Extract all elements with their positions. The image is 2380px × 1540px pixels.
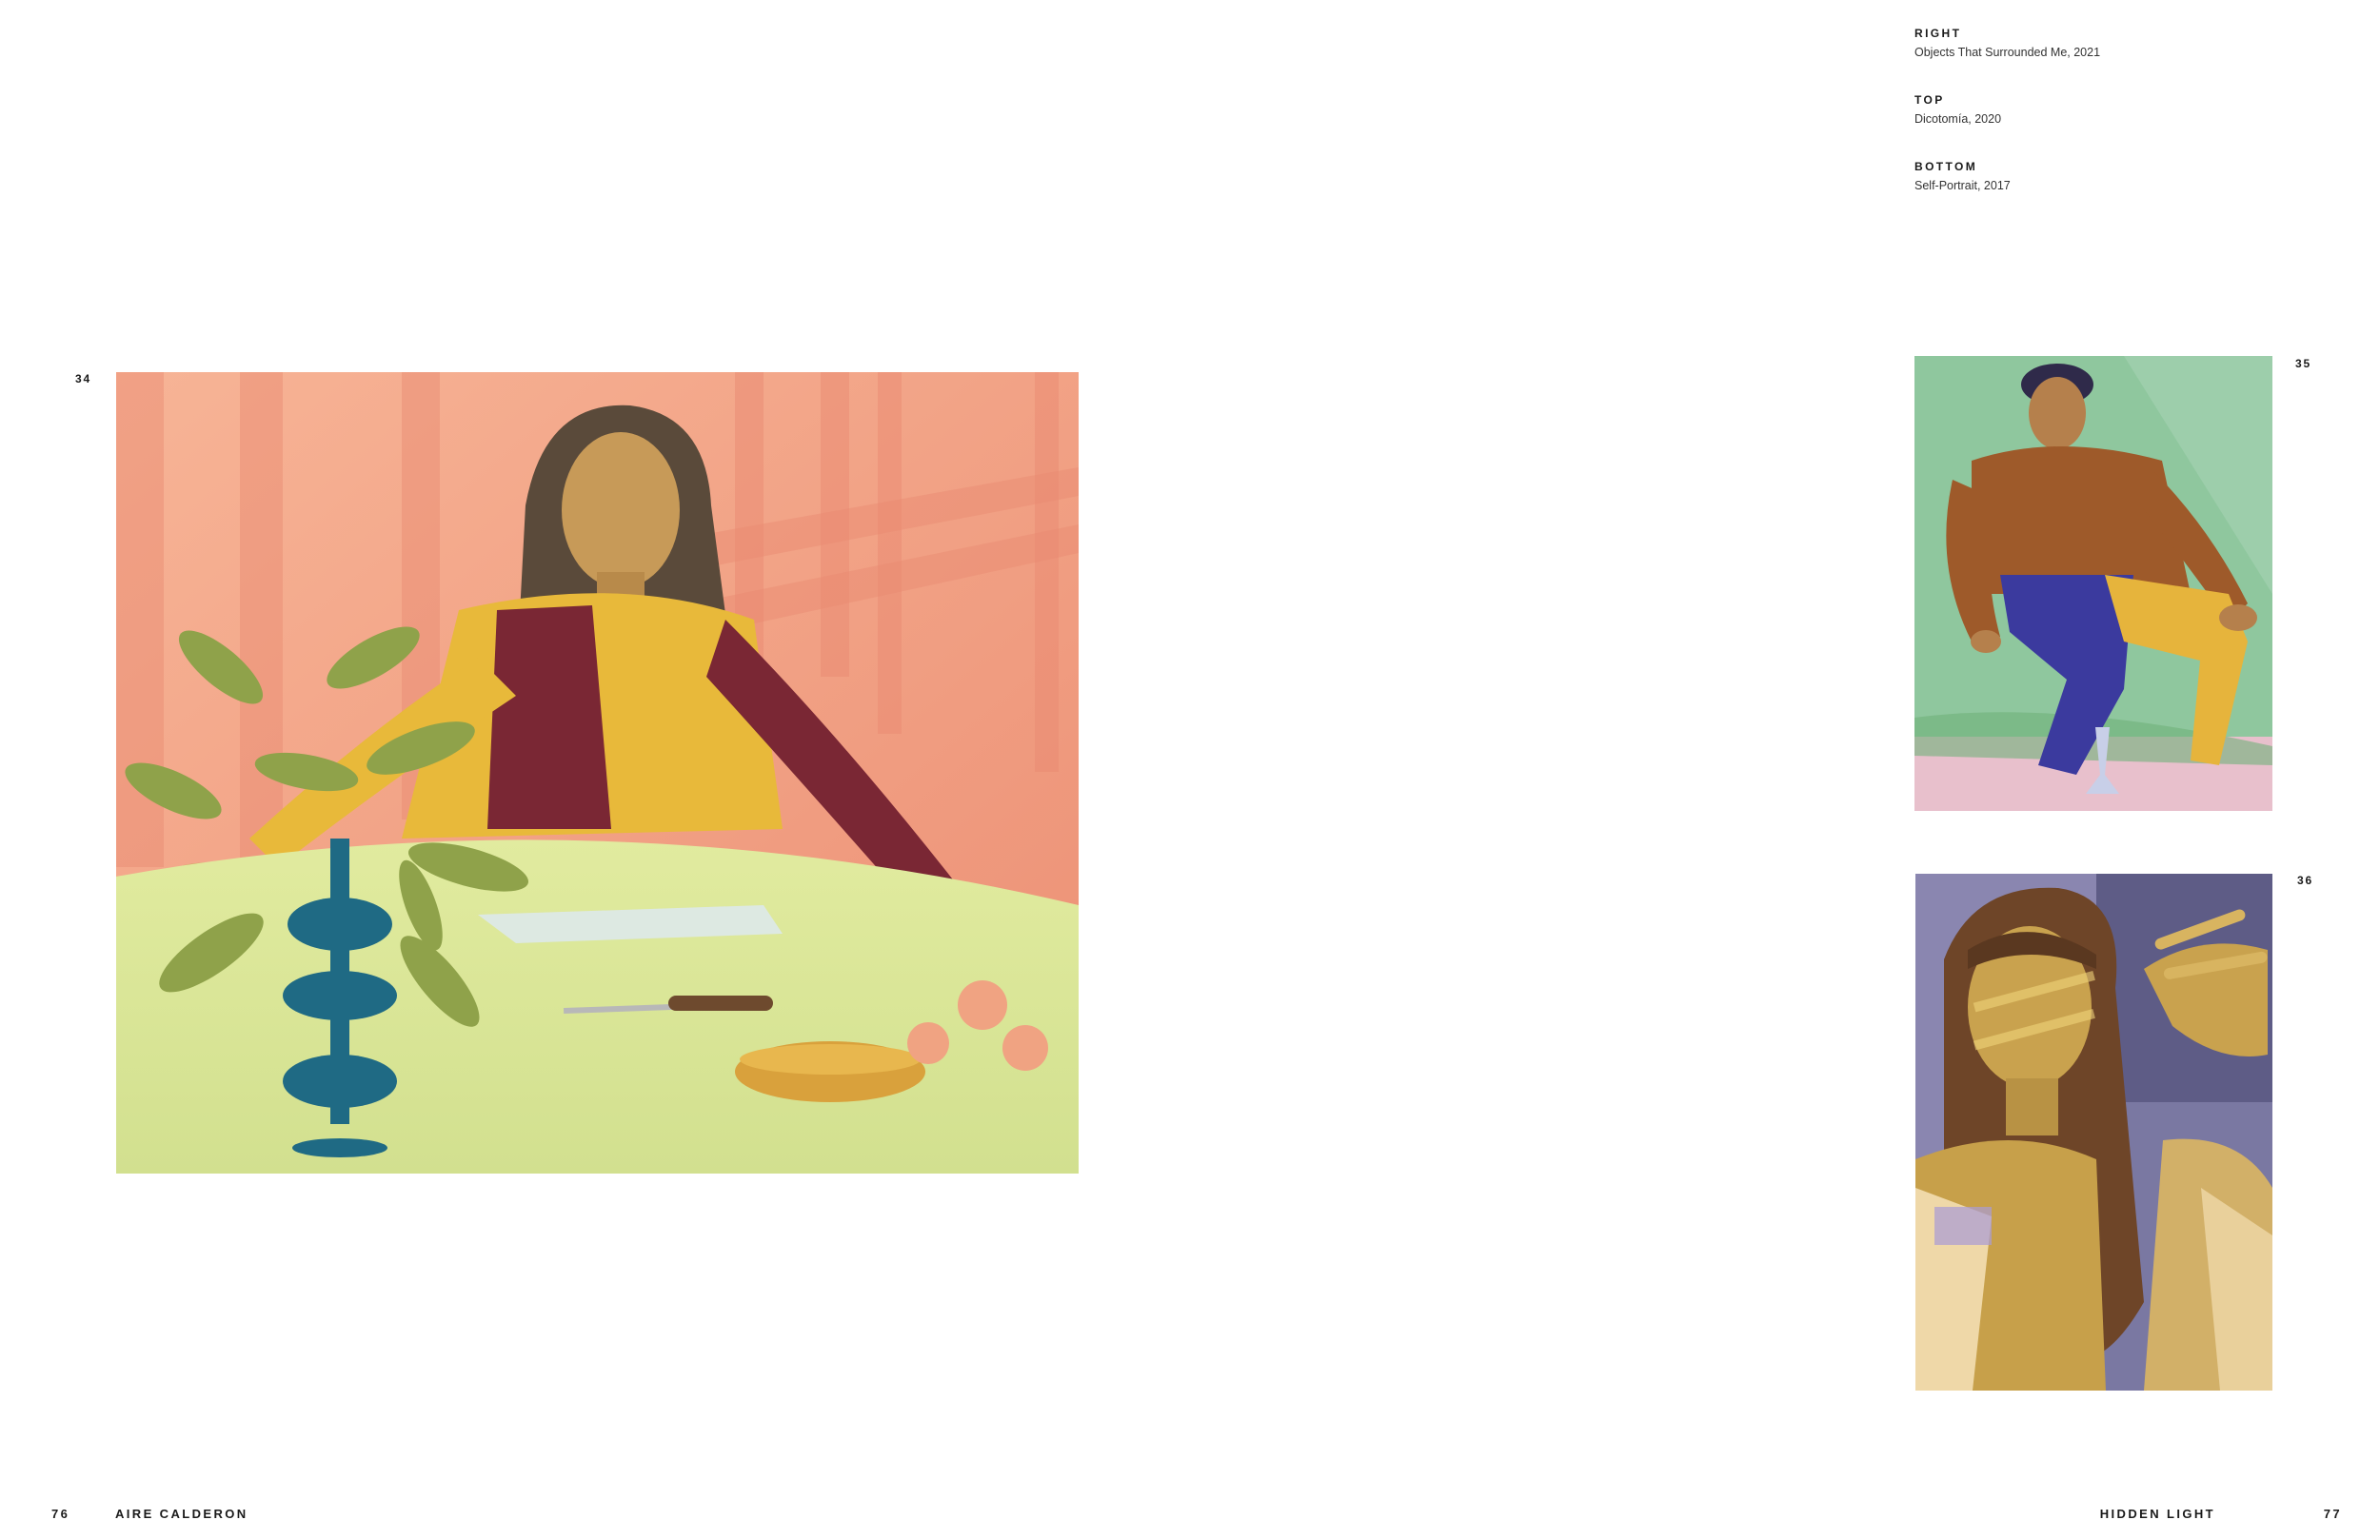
caption-heading: BOTTOM xyxy=(1914,160,1978,173)
painting-objects-that-surrounded-me xyxy=(116,372,1079,1174)
captions-block: RIGHT Objects That Surrounded Me, 2021 T… xyxy=(1914,23,2295,223)
caption-heading: RIGHT xyxy=(1914,27,1962,40)
running-title-book: HIDDEN LIGHT xyxy=(2099,1507,2215,1521)
caption-title: Self-Portrait, 2017 xyxy=(1914,179,2011,192)
plate-number-34: 34 xyxy=(75,372,91,385)
painting-seated-man-image xyxy=(1914,356,2272,811)
painting-dicotomia xyxy=(1914,356,2272,811)
painting-self-portrait-image xyxy=(1915,874,2272,1391)
page-number-right: 77 xyxy=(2323,1507,2342,1521)
painting-self-portrait xyxy=(1915,874,2272,1391)
plate-number-35: 35 xyxy=(2295,357,2311,370)
page-number-left: 76 xyxy=(51,1507,70,1521)
caption-bottom: BOTTOM Self-Portrait, 2017 xyxy=(1914,156,2295,194)
caption-title: Objects That Surrounded Me, 2021 xyxy=(1914,46,2101,59)
painting-woman-at-table-image xyxy=(116,372,1079,1174)
caption-right: RIGHT Objects That Surrounded Me, 2021 xyxy=(1914,23,2295,61)
caption-heading: TOP xyxy=(1914,93,1945,107)
caption-top: TOP Dicotomía, 2020 xyxy=(1914,89,2295,128)
running-title-artist: AIRE CALDERON xyxy=(115,1507,248,1521)
plate-number-36: 36 xyxy=(2297,874,2313,887)
caption-title: Dicotomía, 2020 xyxy=(1914,112,2002,126)
book-spread: RIGHT Objects That Surrounded Me, 2021 T… xyxy=(0,0,2380,1540)
